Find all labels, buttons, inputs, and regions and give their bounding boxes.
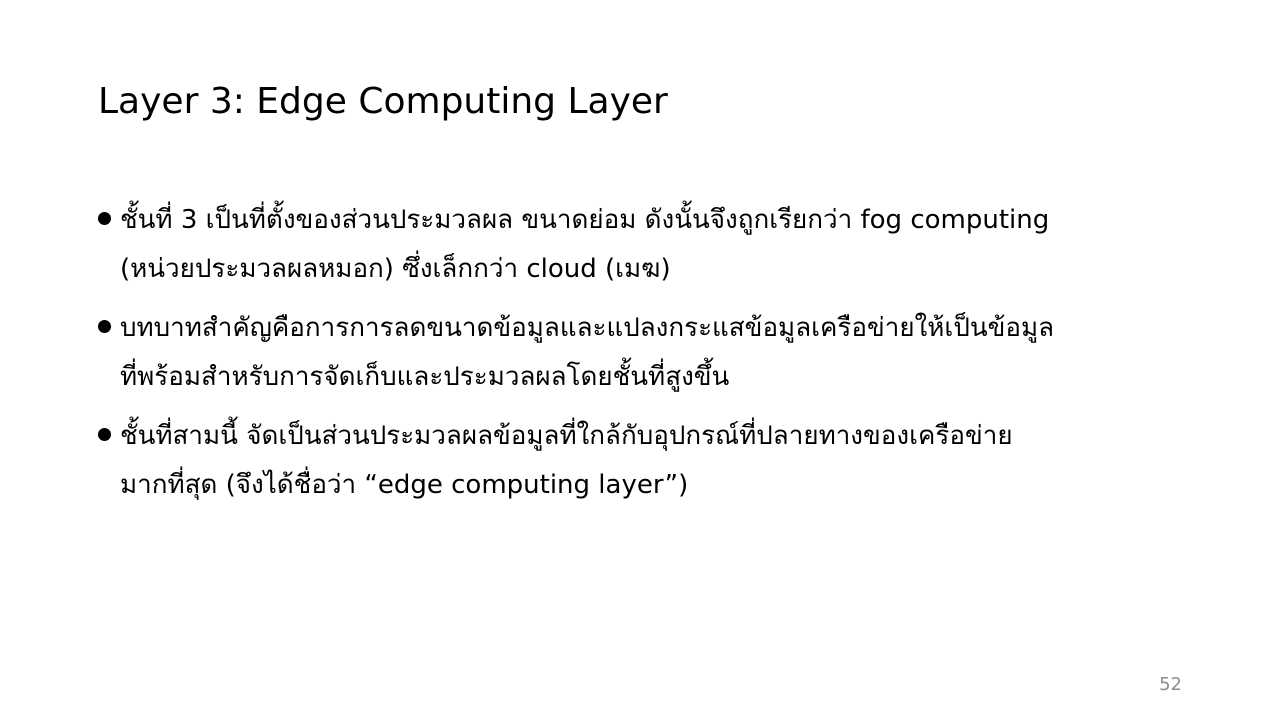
bullet-dot-icon [98, 212, 111, 225]
bullet-dot-icon [98, 320, 111, 333]
bullet-line: ชั้นที่สามนี้ จัดเป็นส่วนประมวลผลข้อมูลท… [120, 421, 1013, 451]
bullet-item: บทบาทสำคัญคือการการลดขนาดข้อมูลและแปลงกร… [98, 304, 1188, 402]
bullet-line: ชั้นที่ 3 เป็นที่ตั้งของส่วนประมวลผล ขนา… [120, 205, 1050, 235]
slide: Layer 3: Edge Computing Layer ชั้นที่ 3 … [0, 0, 1280, 720]
bullet-item: ชั้นที่ 3 เป็นที่ตั้งของส่วนประมวลผล ขนา… [98, 196, 1188, 294]
bullet-list: ชั้นที่ 3 เป็นที่ตั้งของส่วนประมวลผล ขนา… [98, 196, 1188, 520]
bullet-line: (หน่วยประมวลผลหมอก) ซึ่งเล็กกว่า cloud (… [120, 254, 671, 284]
page-number: 52 [1159, 674, 1182, 695]
bullet-item: ชั้นที่สามนี้ จัดเป็นส่วนประมวลผลข้อมูลท… [98, 412, 1188, 510]
bullet-line: มากที่สุด (จึงได้ชื่อว่า “edge computing… [120, 470, 689, 500]
bullet-line: ที่พร้อมสำหรับการจัดเก็บและประมวลผลโดยชั… [120, 362, 730, 392]
bullet-line: บทบาทสำคัญคือการการลดขนาดข้อมูลและแปลงกร… [120, 313, 1055, 343]
bullet-dot-icon [98, 428, 111, 441]
slide-title: Layer 3: Edge Computing Layer [98, 81, 668, 122]
